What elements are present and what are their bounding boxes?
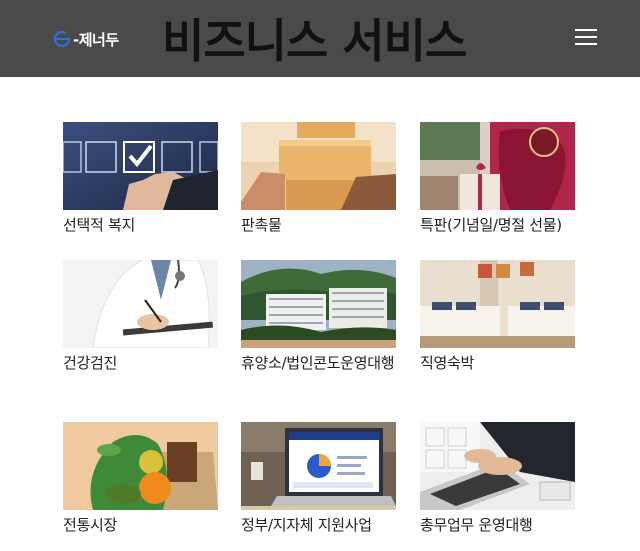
service-label: 전통시장 <box>63 516 118 534</box>
site-header: -제너두 비즈니스 서비스 <box>0 0 640 77</box>
service-label: 판촉물 <box>241 216 282 234</box>
service-card-special-gifts[interactable]: 특판(기념일/명절 선물) <box>420 122 575 236</box>
service-label: 직영숙박 <box>420 354 475 372</box>
service-card-health-checkup[interactable]: 건강검진 <box>63 260 218 374</box>
logo-text: -제너두 <box>73 30 119 49</box>
hamburger-menu-icon[interactable] <box>575 28 597 46</box>
service-label: 건강검진 <box>63 354 118 372</box>
service-card-promotional-goods[interactable]: 판촉물 <box>241 122 396 236</box>
service-label: 총무업무 운영대행 <box>420 516 533 534</box>
service-card-resort-management[interactable]: 휴양소/법인콘도운영대행 <box>241 260 396 374</box>
service-card-direct-lodging[interactable]: 직영숙박 <box>420 260 575 374</box>
doctor-writing-image <box>63 260 218 348</box>
page-title: 비즈니스 서비스 <box>162 14 467 68</box>
logo-e-icon <box>53 30 71 48</box>
site-logo[interactable]: -제너두 <box>52 27 119 51</box>
service-card-government-support[interactable]: 정부/지자체 지원사업 <box>241 422 396 536</box>
service-card-traditional-market[interactable]: 전통시장 <box>63 422 218 536</box>
laptop-dashboard-image <box>241 422 396 510</box>
service-label: 선택적 복지 <box>63 216 135 234</box>
grocery-bag-image <box>63 422 218 510</box>
service-label: 정부/지자체 지원사업 <box>241 516 372 534</box>
typing-laptop-image <box>420 422 575 510</box>
checkbox-selection-image <box>63 122 218 210</box>
parcel-boxes-image <box>241 122 396 210</box>
service-card-selective-welfare[interactable]: 선택적 복지 <box>63 122 218 236</box>
service-label: 휴양소/법인콘도운영대행 <box>241 354 395 372</box>
service-label: 특판(기념일/명절 선물) <box>420 216 562 234</box>
gift-boxes-image <box>420 122 575 210</box>
hotel-room-image <box>420 260 575 348</box>
mountain-resort-image <box>241 260 396 348</box>
service-card-general-affairs[interactable]: 총무업무 운영대행 <box>420 422 575 536</box>
